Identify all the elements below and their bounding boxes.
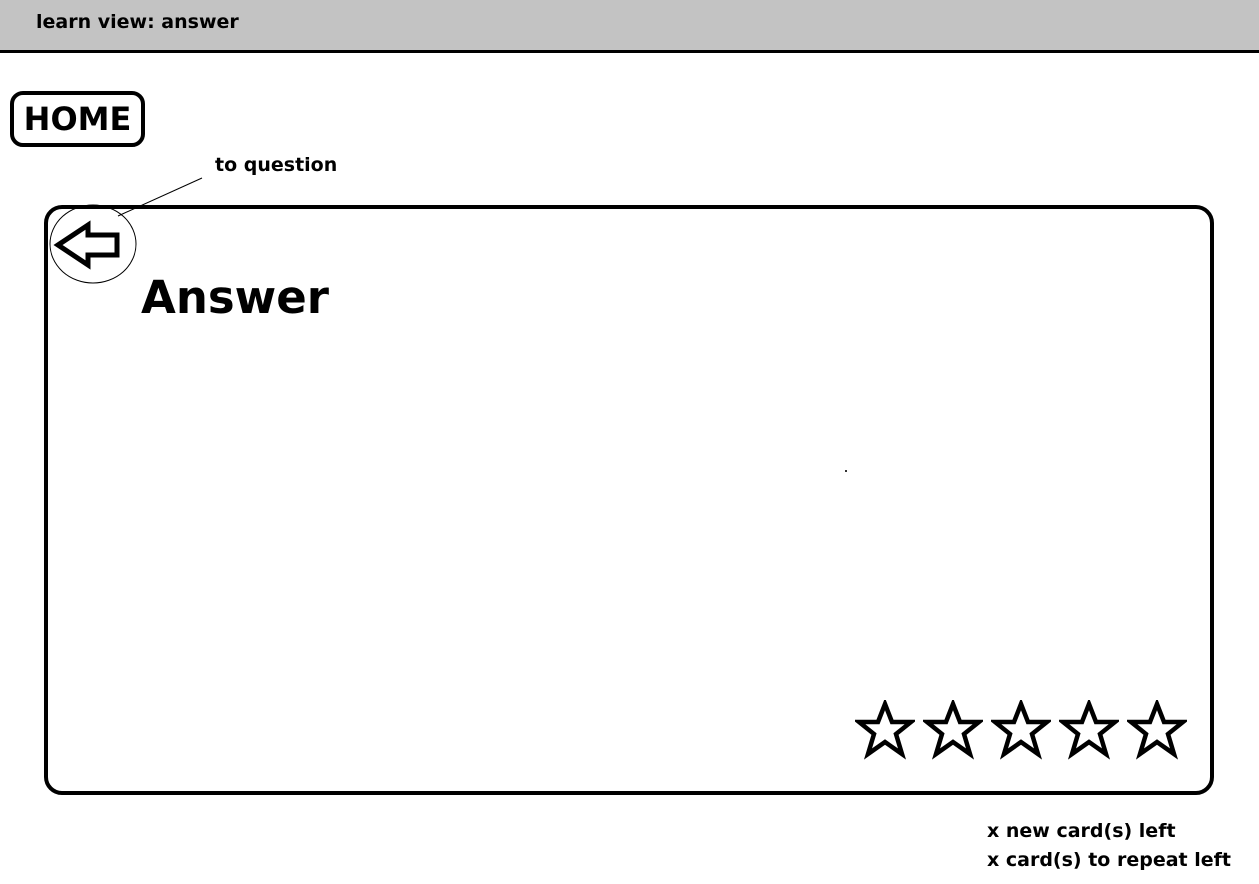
- home-button[interactable]: HOME: [10, 91, 145, 147]
- answer-title: Answer: [141, 271, 329, 324]
- star-icon[interactable]: [923, 700, 983, 760]
- title-bar: learn view: answer: [0, 0, 1259, 53]
- star-icon[interactable]: [1059, 700, 1119, 760]
- card-counts: x new card(s) left x card(s) to repeat l…: [987, 817, 1231, 875]
- stray-dot: [845, 470, 847, 472]
- window-title: learn view: answer: [36, 11, 239, 33]
- rating-stars[interactable]: [855, 700, 1187, 762]
- back-hint-annotation: to question: [215, 154, 338, 176]
- back-to-question-button[interactable]: [53, 218, 121, 270]
- arrow-left-icon: [53, 220, 120, 270]
- star-icon[interactable]: [1127, 700, 1187, 760]
- star-icon[interactable]: [991, 700, 1051, 760]
- star-icon[interactable]: [855, 700, 915, 760]
- new-cards-count: x new card(s) left: [987, 820, 1176, 842]
- repeat-cards-count: x card(s) to repeat left: [987, 849, 1231, 871]
